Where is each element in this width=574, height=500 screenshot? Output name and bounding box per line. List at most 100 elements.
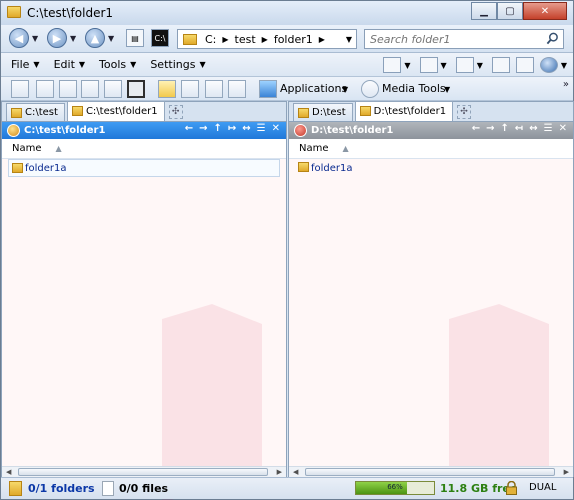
back-arrow-icon[interactable]: ← [472, 123, 480, 134]
edit-pencil-icon[interactable] [419, 57, 438, 73]
forward-button[interactable]: ▶ [47, 28, 67, 48]
breadcrumb-test[interactable]: test [235, 33, 256, 46]
chevron-down-icon[interactable]: ▼ [404, 61, 410, 70]
menu-icon[interactable]: ☰ [257, 123, 266, 134]
layout-mode[interactable]: DUAL [529, 482, 556, 493]
swap-icon[interactable]: ↔ [529, 123, 537, 134]
lock-icon[interactable] [506, 481, 517, 495]
window-title: C:\test\folder1 [27, 6, 114, 20]
right-pane: D:\test D:\test\folder1 ✣ D:\test\folder… [288, 101, 574, 500]
scroll-right-icon[interactable]: ▶ [277, 468, 282, 476]
folder-icon [71, 106, 83, 116]
properties-icon[interactable] [181, 80, 199, 98]
chevron-right-icon[interactable]: ▶ [262, 35, 268, 44]
thumbnail-view-icon[interactable] [81, 80, 99, 98]
menu-file[interactable]: File ▼ [11, 58, 40, 71]
list-item[interactable]: folder1a [295, 159, 353, 177]
chevron-down-icon[interactable]: ▼ [444, 85, 450, 94]
single-pane-icon[interactable] [491, 57, 510, 73]
help-icon[interactable] [539, 57, 558, 73]
search-input[interactable] [365, 30, 535, 48]
left-file-list[interactable]: folder1a [2, 159, 286, 500]
chevron-down-icon[interactable]: ▼ [346, 35, 352, 44]
menu-edit[interactable]: Edit ▼ [54, 58, 85, 71]
menu-settings[interactable]: Settings ▼ [150, 58, 205, 71]
copy-path-button[interactable]: ▤ [126, 29, 144, 47]
forward-arrow-icon[interactable]: → [199, 123, 207, 134]
more-chevron-icon[interactable]: » [563, 79, 569, 90]
left-column-header[interactable]: Name ▲ [2, 139, 286, 159]
details-view-icon[interactable] [11, 80, 29, 98]
title-bar[interactable]: C:\test\folder1 ▁ ▢ ✕ [1, 1, 573, 25]
folder-icon [298, 108, 309, 118]
right-tab-strip: D:\test D:\test\folder1 ✣ [289, 101, 573, 122]
chevron-down-icon[interactable]: ▼ [561, 61, 567, 70]
up-arrow-icon[interactable]: ↑ [213, 123, 221, 134]
chevron-down-icon[interactable]: ▼ [477, 61, 483, 70]
sync-left-icon[interactable]: ↤ [515, 123, 523, 134]
address-bar[interactable]: C: ▶ test ▶ folder1 ▶ ▼ [177, 29, 357, 49]
right-tab-2[interactable]: D:\test\folder1 [354, 101, 454, 121]
breadcrumb-folder1[interactable]: folder1 [274, 33, 313, 46]
up-arrow-icon[interactable]: ↑ [500, 123, 508, 134]
checkbox-view-icon[interactable] [59, 80, 77, 98]
column-name[interactable]: Name [12, 143, 42, 154]
left-path-bar[interactable]: C:\test\folder1 ← → ↑ ↦ ↔ ☰ ✕ [2, 122, 286, 139]
left-tab-1[interactable]: C:\test [6, 103, 65, 121]
right-column-header[interactable]: Name ▲ [289, 139, 573, 159]
media-tools-button[interactable]: Media Tools [382, 82, 446, 95]
left-tab-2[interactable]: C:\test\folder1 [66, 101, 165, 121]
list-view-icon[interactable] [36, 80, 54, 98]
chevron-right-icon[interactable]: ▶ [222, 35, 228, 44]
tiles-view-icon[interactable] [104, 80, 122, 98]
back-button[interactable]: ◀ [9, 28, 29, 48]
view-mode-icon[interactable] [383, 57, 402, 73]
up-history-caret-icon[interactable]: ▼ [108, 34, 114, 43]
scroll-thumb[interactable] [305, 468, 555, 476]
search-icon[interactable] [546, 32, 559, 45]
menu-tools[interactable]: Tools ▼ [99, 58, 136, 71]
close-pane-icon[interactable]: ✕ [272, 123, 280, 134]
right-horizontal-scrollbar[interactable]: ◀ ▶ [289, 466, 573, 477]
sync-right-icon[interactable]: ↦ [228, 123, 236, 134]
applications-button[interactable]: Applications [280, 82, 347, 95]
back-arrow-icon[interactable]: ← [185, 123, 193, 134]
applications-icon[interactable] [259, 80, 277, 98]
breadcrumb-drive[interactable]: C: [205, 33, 216, 46]
list-item[interactable]: folder1a [8, 159, 280, 177]
up-button[interactable]: ▲ [85, 28, 105, 48]
menu-icon[interactable]: ☰ [544, 123, 553, 134]
folder-count: 0/1 folders [28, 482, 95, 495]
new-tab-icon[interactable]: ✣ [457, 105, 472, 119]
chevron-down-icon[interactable]: ▼ [441, 61, 447, 70]
layout-icon[interactable] [455, 57, 474, 73]
binoculars-icon[interactable] [127, 80, 145, 98]
new-tab-icon[interactable]: ✣ [168, 105, 183, 119]
scroll-left-icon[interactable]: ◀ [6, 468, 11, 476]
forward-history-caret-icon[interactable]: ▼ [70, 34, 76, 43]
command-prompt-button[interactable]: C:\ [151, 29, 169, 47]
scroll-left-icon[interactable]: ◀ [293, 468, 298, 476]
right-file-list[interactable]: folder1a [289, 159, 573, 500]
sort-icon[interactable] [158, 80, 176, 98]
scroll-thumb[interactable] [18, 468, 268, 476]
maximize-button[interactable]: ▢ [497, 2, 523, 20]
right-path-bar[interactable]: D:\test\folder1 ← → ↑ ↤ ↔ ☰ ✕ [289, 122, 573, 139]
zip-icon[interactable] [205, 80, 223, 98]
back-history-caret-icon[interactable]: ▼ [32, 34, 38, 43]
column-name[interactable]: Name [299, 143, 329, 154]
minimize-button[interactable]: ▁ [471, 2, 497, 20]
close-pane-icon[interactable]: ✕ [559, 123, 567, 134]
toolbar: Applications ▼ Media Tools ▼ » [1, 77, 573, 101]
swap-icon[interactable]: ↔ [242, 123, 250, 134]
chevron-down-icon[interactable]: ▼ [342, 85, 348, 94]
left-horizontal-scrollbar[interactable]: ◀ ▶ [2, 466, 286, 477]
preview-pane-icon[interactable] [515, 57, 534, 73]
scroll-right-icon[interactable]: ▶ [564, 468, 569, 476]
forward-arrow-icon[interactable]: → [486, 123, 494, 134]
network-icon[interactable] [228, 80, 246, 98]
close-button[interactable]: ✕ [523, 2, 567, 20]
right-tab-1[interactable]: D:\test [293, 103, 353, 121]
media-tools-icon[interactable] [361, 80, 379, 98]
chevron-right-icon[interactable]: ▶ [319, 35, 325, 44]
